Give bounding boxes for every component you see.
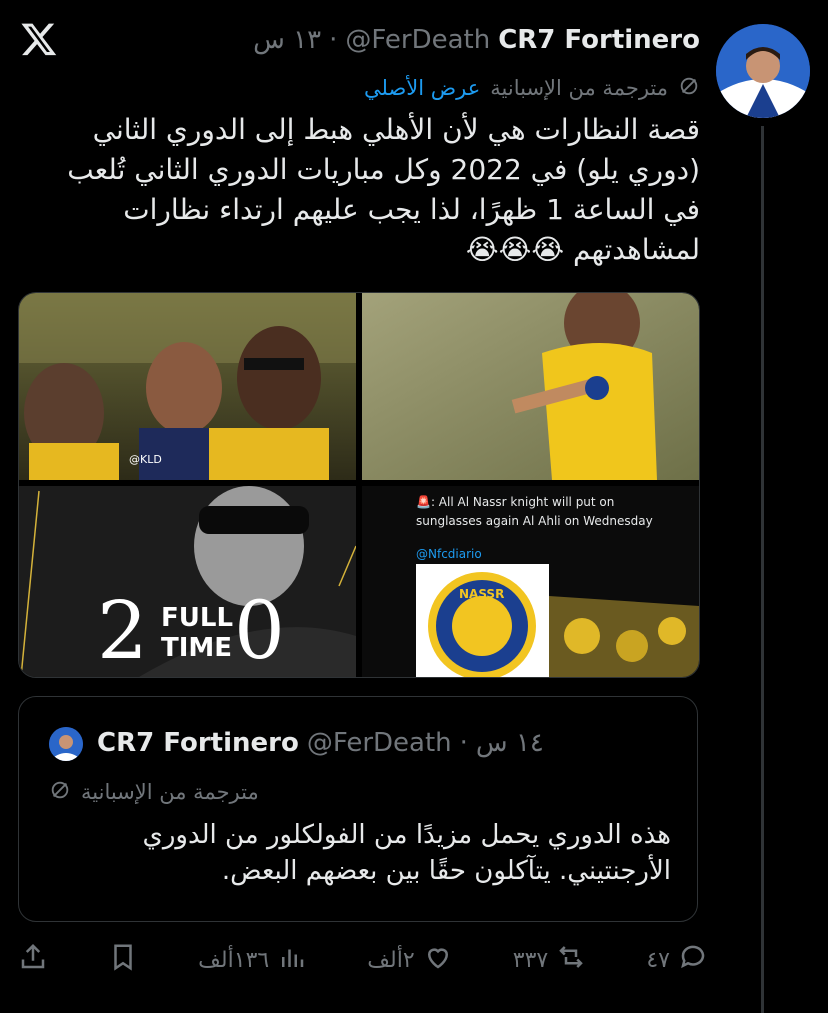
nassr-logo-text: NASSR	[459, 587, 504, 601]
thread-line	[761, 126, 764, 1013]
avatar[interactable]	[716, 24, 810, 118]
repost-button[interactable]: ٣٣٧	[513, 942, 586, 978]
quote-translated-label: مترجمة من الإسبانية	[81, 780, 259, 804]
tweet-handle[interactable]: @FerDeath	[345, 25, 490, 55]
full-label: FULL	[161, 603, 233, 633]
quote-header: CR7 Fortinero @FerDeath · ١٤ س	[97, 725, 544, 761]
tweet-text-line: (دوري يلو) في 2022 وكل مباريات الدوري ال…	[67, 153, 700, 186]
photo-nassr-announcement[interactable]: 🚨: All Al Nassr knight will put on sungl…	[362, 486, 699, 677]
tweet-text-line: لمشاهدتهم 😭😭😭	[465, 233, 700, 266]
action-bar: ١٣٦ألف ٢ألف ٣٣٧ ٤٧	[18, 940, 708, 980]
announcement-line-1: 🚨: All Al Nassr knight will put on	[416, 495, 614, 509]
translate-icon	[678, 75, 700, 102]
like-button[interactable]: ٢ألف	[367, 942, 452, 978]
reply-icon	[678, 942, 708, 978]
quote-text-line: هذه الدوري يحمل مزيدًا من الفولكلور من ا…	[142, 820, 671, 850]
reply-button[interactable]: ٤٧	[646, 942, 708, 978]
quote-translation-row: مترجمة من الإسبانية	[49, 777, 259, 807]
bookmark-icon	[108, 942, 138, 978]
quote-time[interactable]: ١٤ س	[476, 728, 544, 758]
translated-label: مترجمة من الإسبانية	[490, 76, 668, 100]
time-label: TIME	[161, 633, 232, 663]
photo-watermark: @KLD	[129, 453, 162, 466]
photo-coach-fulltime[interactable]: 2 FULL TIME 0	[19, 486, 356, 677]
share-button[interactable]	[18, 942, 48, 978]
reply-count: ٤٧	[646, 947, 670, 973]
tweet-text-line: قصة النظارات هي لأن الأهلي هبط إلى الدور…	[92, 113, 700, 146]
announcement-handle: @Nfcdiario	[416, 547, 482, 561]
score-home: 2	[97, 584, 148, 677]
like-icon	[423, 942, 453, 978]
separator-dot: ·	[459, 728, 468, 758]
tweet-text-line: في الساعة 1 ظهرًا، لذا يجب عليهم ارتداء …	[123, 193, 700, 226]
media-grid: @KLD 2 FULL TIME 0 🚨: All Al Nassr knigh…	[18, 292, 700, 678]
share-icon	[18, 942, 48, 978]
x-logo-icon[interactable]	[20, 20, 58, 58]
quote-text: هذه الدوري يحمل مزيدًا من الفولكلور من ا…	[59, 817, 671, 889]
repost-count: ٣٣٧	[512, 947, 549, 973]
tweet-text: قصة النظارات هي لأن الأهلي هبط إلى الدور…	[20, 110, 700, 270]
quoted-tweet[interactable]: CR7 Fortinero @FerDeath · ١٤ س مترجمة من…	[18, 696, 698, 922]
like-count: ٢ألف	[367, 947, 415, 973]
tweet-header: ١٣ س · @FerDeath CR7 Fortinero	[253, 22, 700, 58]
translation-row: عرض الأصلي مترجمة من الإسبانية	[364, 72, 700, 104]
show-original-link[interactable]: عرض الأصلي	[364, 76, 480, 100]
repost-icon	[556, 942, 586, 978]
quote-avatar	[49, 727, 83, 761]
photo-players-celebrating[interactable]: @KLD	[19, 293, 356, 480]
views-icon	[277, 942, 307, 978]
tweet-time[interactable]: ١٣ س	[253, 25, 321, 55]
photo-player-gesture[interactable]	[362, 293, 699, 480]
score-away: 0	[234, 584, 285, 677]
bookmark-button[interactable]	[108, 942, 138, 978]
tweet-display-name[interactable]: CR7 Fortinero	[498, 25, 700, 55]
quote-text-line: الأرجنتيني. يتآكلون حقًا بين بعضهم البعض…	[221, 856, 671, 886]
views-button[interactable]: ١٣٦ألف	[198, 942, 307, 978]
views-count: ١٣٦ألف	[198, 947, 270, 973]
translate-icon	[49, 779, 71, 806]
quote-handle[interactable]: @FerDeath	[307, 728, 452, 758]
announcement-line-2: sunglasses again Al Ahli on Wednesday	[416, 514, 653, 528]
separator-dot: ·	[329, 25, 338, 55]
quote-display-name[interactable]: CR7 Fortinero	[97, 728, 299, 758]
